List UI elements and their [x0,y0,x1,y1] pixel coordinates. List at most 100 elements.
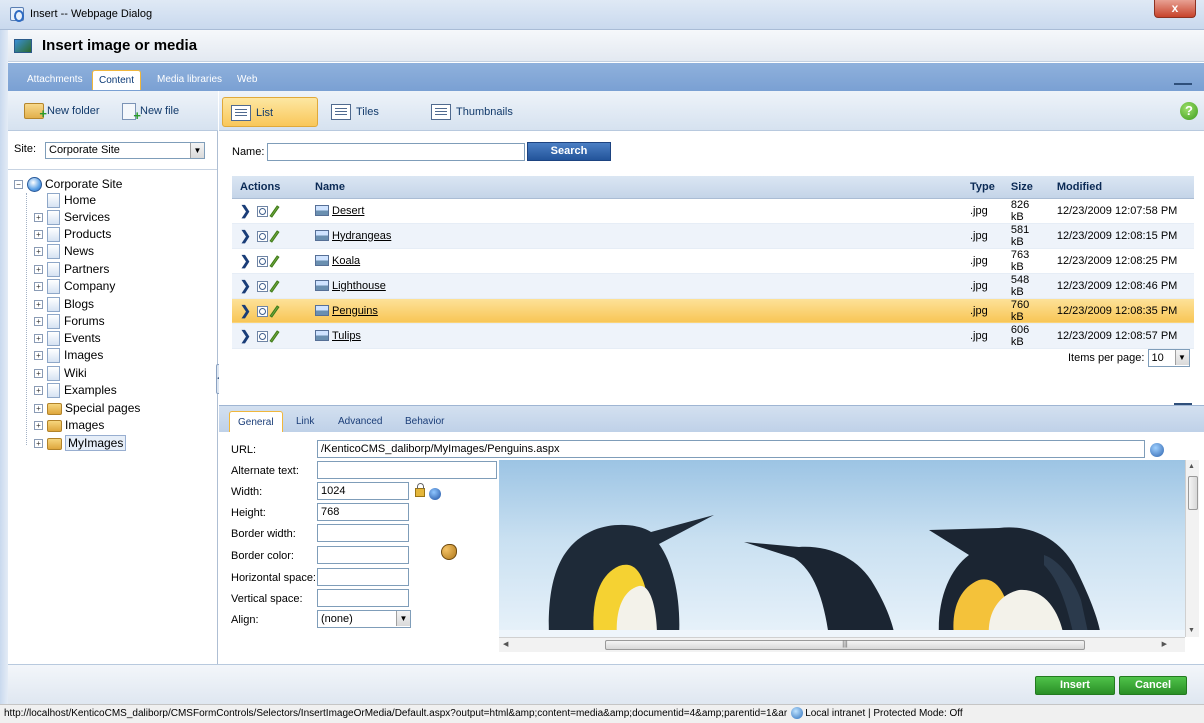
expand-icon[interactable]: + [34,300,43,310]
refresh-icon[interactable] [429,488,441,500]
table-row[interactable]: ❯ Lighthouse .jpg 548 kB 12/23/2009 12:0… [232,273,1194,299]
align-select[interactable]: (none) ▼ [317,610,411,628]
scroll-up-icon[interactable]: ▲ [1188,463,1195,470]
alt-text-field[interactable] [317,461,497,479]
expand-icon[interactable]: + [34,230,43,240]
scroll-thumb[interactable]: ||| [605,640,1085,650]
list-view-button[interactable]: List [222,97,318,127]
tree-item-examples[interactable]: + Examples [34,382,117,399]
tree-item-news[interactable]: + News [34,243,94,260]
tree-item-home[interactable]: Home [34,192,96,209]
expand-icon[interactable]: + [34,334,43,344]
color-picker-icon[interactable] [441,544,457,560]
tree-item-special-pages[interactable]: + Special pages [34,400,140,417]
expand-icon[interactable]: + [34,404,43,414]
select-arrow-icon[interactable]: ❯ [240,303,251,319]
tiles-view-button[interactable]: Tiles [323,97,389,127]
select-arrow-icon[interactable]: ❯ [240,328,251,344]
height-field[interactable] [317,503,409,521]
file-link[interactable]: Desert [332,205,364,217]
table-row[interactable]: ❯ Koala .jpg 763 kB 12/23/2009 12:08:25 … [232,248,1194,274]
expand-icon[interactable]: + [34,421,43,431]
file-link[interactable]: Lighthouse [332,280,386,292]
view-icon[interactable] [256,281,268,293]
tree-item-blogs[interactable]: + Blogs [34,296,94,313]
new-file-button[interactable]: New file [122,101,179,126]
file-link[interactable]: Koala [332,255,360,267]
view-icon[interactable] [256,256,268,268]
edit-icon[interactable] [269,280,280,293]
tree-item-company[interactable]: + Company [34,278,115,295]
chevron-down-icon[interactable]: ▼ [190,143,204,158]
column-size[interactable]: Size [1002,176,1049,199]
edit-icon[interactable] [269,205,280,218]
tree-item-services[interactable]: + Services [34,209,110,226]
tab-link[interactable]: Link [293,411,317,433]
preview-horizontal-scrollbar[interactable]: ◀ ||| ▶ [499,637,1185,652]
horizontal-space-field[interactable] [317,568,409,586]
tree-item-events[interactable]: + Events [34,330,101,347]
view-icon[interactable] [256,306,268,318]
border-color-field[interactable] [317,546,409,564]
chevron-down-icon[interactable]: ▼ [396,611,410,626]
chevron-down-icon[interactable]: ▼ [1174,350,1189,365]
expand-icon[interactable]: + [34,265,43,275]
expand-icon[interactable]: + [34,213,43,223]
search-button[interactable]: Search [527,142,611,161]
tab-attachments[interactable]: Attachments [25,70,85,90]
view-icon[interactable] [256,331,268,343]
tab-content[interactable]: Content [92,70,142,90]
expand-icon[interactable]: + [34,247,43,257]
edit-icon[interactable] [269,230,280,243]
tree-item-myimages[interactable]: + MyImages [34,435,127,452]
tab-behavior[interactable]: Behavior [402,411,447,433]
expand-icon[interactable]: + [34,282,43,292]
select-arrow-icon[interactable]: ❯ [240,203,251,219]
expand-icon[interactable]: + [34,439,43,449]
edit-icon[interactable] [269,305,280,318]
scroll-thumb[interactable] [1188,476,1198,510]
view-icon[interactable] [256,206,268,218]
new-folder-button[interactable]: New folder [24,101,100,124]
column-type[interactable]: Type [962,176,1003,199]
name-filter-input[interactable] [267,143,525,161]
view-icon[interactable] [256,231,268,243]
tab-advanced[interactable]: Advanced [335,411,385,433]
url-field[interactable] [317,440,1145,458]
insert-button[interactable]: Insert [1035,676,1115,695]
width-field[interactable] [317,482,409,500]
vertical-space-field[interactable] [317,589,409,607]
preview-vertical-scrollbar[interactable]: ▲ ▼ [1185,460,1199,637]
table-row[interactable]: ❯ Hydrangeas .jpg 581 kB 12/23/2009 12:0… [232,223,1194,249]
table-row[interactable]: ❯ Tulips .jpg 606 kB 12/23/2009 12:08:57… [232,323,1194,349]
collapse-handle[interactable] [1174,83,1192,85]
tab-media-libraries[interactable]: Media libraries [155,70,224,90]
expand-icon[interactable]: + [34,317,43,327]
items-per-page-select[interactable]: 10 ▼ [1147,349,1190,367]
help-icon[interactable]: ? [1180,102,1198,120]
close-button[interactable]: x [1154,0,1196,18]
tree-item-wiki[interactable]: + Wiki [34,365,87,382]
tree-item-partners[interactable]: + Partners [34,261,109,278]
table-row-selected[interactable]: ❯ Penguins .jpg 760 kB 12/23/2009 12:08:… [232,298,1194,324]
file-link[interactable]: Tulips [332,330,361,342]
select-arrow-icon[interactable]: ❯ [240,278,251,294]
site-select[interactable]: Corporate Site ▼ [45,142,205,159]
scroll-left-icon[interactable]: ◀ [503,640,508,648]
tab-web[interactable]: Web [235,70,259,90]
tree-root[interactable]: − Corporate Site [14,175,122,193]
expand-icon[interactable]: + [34,386,43,396]
edit-icon[interactable] [269,330,280,343]
tab-general[interactable]: General [229,411,283,433]
tree-item-images-folder[interactable]: + Images [34,417,104,434]
select-arrow-icon[interactable]: ❯ [240,228,251,244]
expand-icon[interactable]: + [34,369,43,379]
edit-icon[interactable] [269,255,280,268]
select-arrow-icon[interactable]: ❯ [240,253,251,269]
column-modified[interactable]: Modified [1048,176,1194,199]
border-width-field[interactable] [317,524,409,542]
thumbnails-view-button[interactable]: Thumbnails [423,97,523,127]
cancel-button[interactable]: Cancel [1119,676,1187,695]
url-select-icon[interactable] [1150,443,1164,457]
lock-icon[interactable] [415,483,425,497]
